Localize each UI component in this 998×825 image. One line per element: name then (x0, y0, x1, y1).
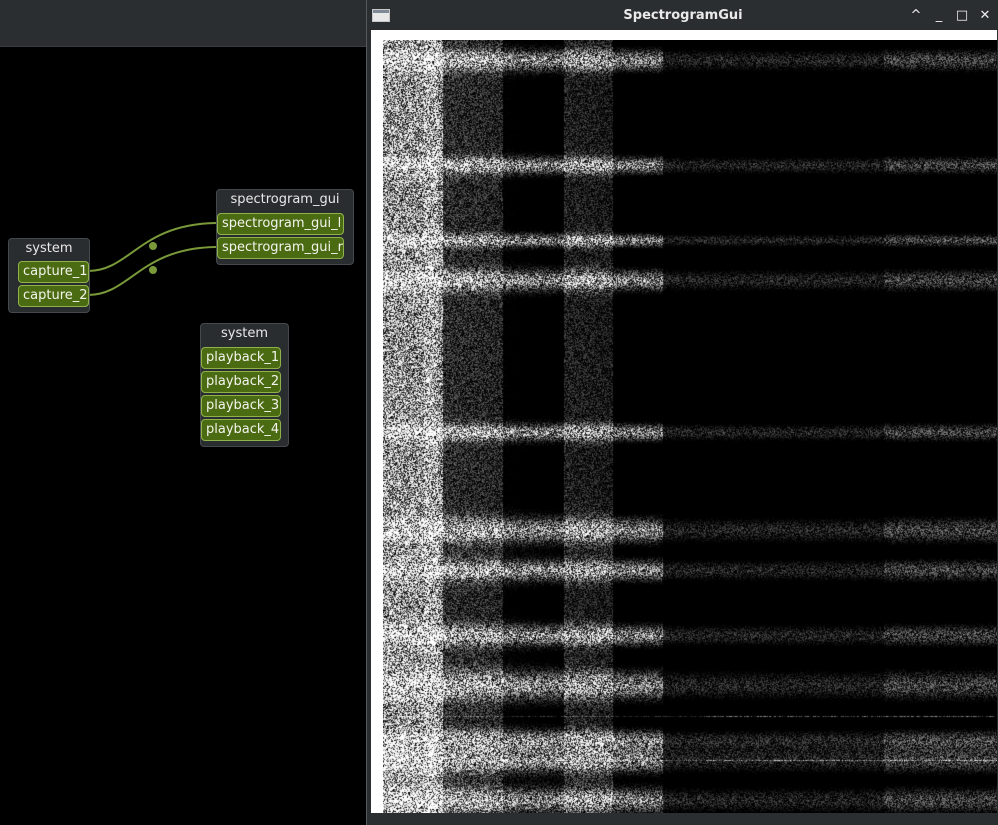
spectrogram-frame (371, 30, 997, 813)
spectrogram-gui-node[interactable]: spectrogram_gui spectrogram_gui_l spectr… (216, 189, 354, 265)
window-title: SpectrogramGui (623, 8, 743, 23)
maximize-button[interactable]: □ (953, 6, 971, 26)
node-title: spectrogram_gui (230, 192, 340, 207)
close-button[interactable]: ✕ (976, 6, 994, 26)
node-title: system (221, 326, 268, 341)
port-spectrogram-r[interactable]: spectrogram_gui_r (217, 237, 344, 259)
port-spectrogram-l[interactable]: spectrogram_gui_l (217, 213, 344, 235)
spectrogram-window[interactable]: SpectrogramGui ^ _ □ ✕ (366, 0, 998, 825)
port-playback-2[interactable]: playback_2 (201, 371, 281, 393)
window-titlebar[interactable]: SpectrogramGui ^ _ □ ✕ (367, 0, 998, 32)
port-capture-1[interactable]: capture_1 (18, 261, 89, 283)
system-capture-node[interactable]: system capture_1 capture_2 (8, 238, 90, 313)
spectrogram-canvas[interactable] (383, 40, 997, 813)
port-playback-1[interactable]: playback_1 (201, 347, 281, 369)
wire-handle-2 (149, 266, 157, 274)
connection-wires (87, 222, 217, 296)
wire-handle-1 (149, 242, 157, 250)
port-capture-2[interactable]: capture_2 (18, 285, 89, 307)
system-playback-node[interactable]: system playback_1 playback_2 playback_3 … (200, 323, 289, 447)
minimize-button[interactable]: _ (930, 6, 948, 26)
shade-button[interactable]: ^ (907, 6, 925, 26)
port-playback-4[interactable]: playback_4 (201, 419, 281, 441)
port-playback-3[interactable]: playback_3 (201, 395, 281, 417)
node-title: system (25, 241, 73, 256)
